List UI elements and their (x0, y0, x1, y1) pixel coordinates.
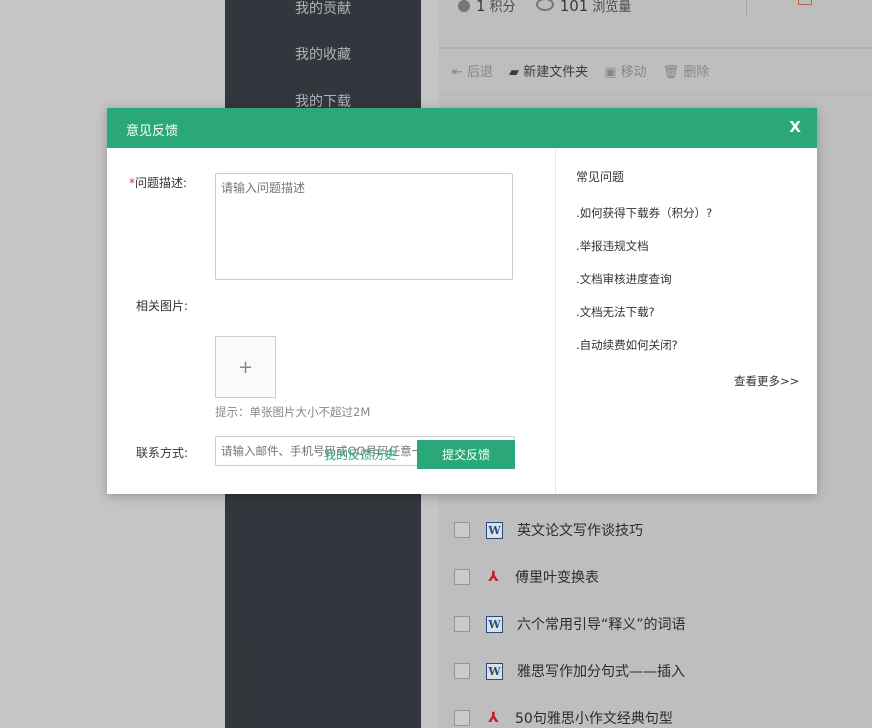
dialog-header: 意见反馈 X (107, 108, 817, 148)
feedback-dialog: 意见反馈 X *问题描述: 相关图片: + 提示：单张图片大小不超过2M 联系方… (107, 108, 817, 494)
faq-title: 常见问题 (576, 170, 625, 184)
dialog-title: 意见反馈 (126, 124, 179, 139)
faq-item[interactable]: .举报违规文档 (576, 238, 649, 254)
close-icon[interactable]: X (789, 118, 801, 136)
image-label: 相关图片: (136, 299, 189, 313)
faq-item[interactable]: .如何获得下载券（积分）? (576, 205, 712, 221)
contact-label: 联系方式: (136, 446, 189, 460)
dialog-divider (555, 148, 556, 494)
faq-item[interactable]: .自动续费如何关闭? (576, 337, 678, 353)
image-hint: 提示：单张图片大小不超过2M (215, 405, 371, 419)
description-label: *问题描述: (129, 176, 188, 190)
feedback-history-link[interactable]: 我的反馈历史 (324, 446, 396, 463)
faq-item[interactable]: .文档审核进度查询 (576, 271, 672, 287)
faq-item[interactable]: .文档无法下载? (576, 304, 655, 320)
submit-feedback-button[interactable]: 提交反馈 (417, 440, 515, 469)
description-input[interactable] (215, 173, 513, 280)
faq-more-link[interactable]: 查看更多>> (734, 373, 799, 389)
image-upload-button[interactable]: + (215, 336, 276, 398)
dialog-body: *问题描述: 相关图片: + 提示：单张图片大小不超过2M 联系方式: 我的反馈… (107, 148, 817, 494)
plus-icon: + (237, 356, 254, 378)
